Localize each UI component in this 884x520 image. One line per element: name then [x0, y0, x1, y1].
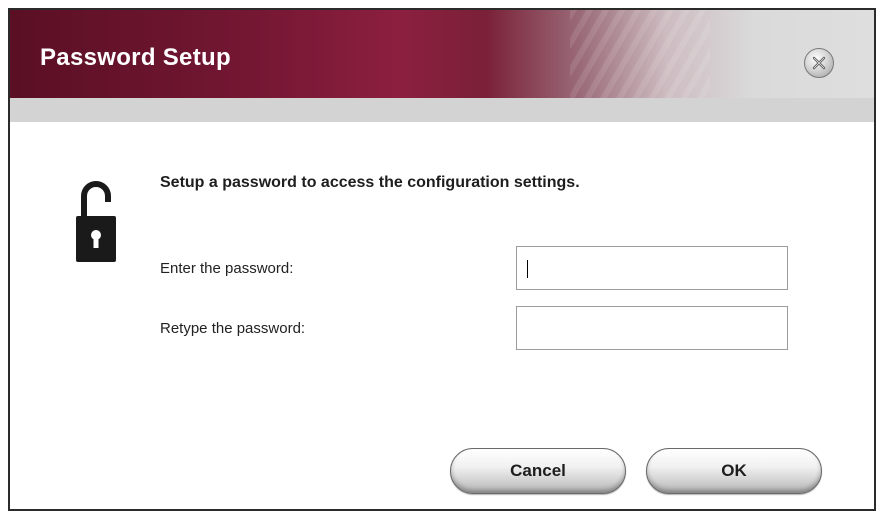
cancel-button[interactable]: Cancel [450, 448, 626, 494]
retype-password-label: Retype the password: [160, 320, 306, 337]
close-icon [812, 56, 826, 70]
text-caret [527, 260, 528, 278]
ok-button[interactable]: OK [646, 448, 822, 494]
password-input[interactable] [516, 246, 788, 290]
password-label: Enter the password: [160, 260, 294, 277]
dialog-heading: Setup a password to access the configura… [160, 174, 580, 191]
dialog-title: Password Setup [40, 44, 231, 71]
close-button[interactable] [804, 48, 834, 78]
title-sub-bar [10, 98, 874, 122]
password-setup-dialog: Password Setup Setup a password to acces… [8, 8, 876, 511]
title-bar: Password Setup [10, 10, 874, 98]
unlocked-padlock-icon [76, 181, 116, 262]
retype-password-input[interactable] [516, 306, 788, 350]
title-bar-decoration [570, 10, 710, 98]
